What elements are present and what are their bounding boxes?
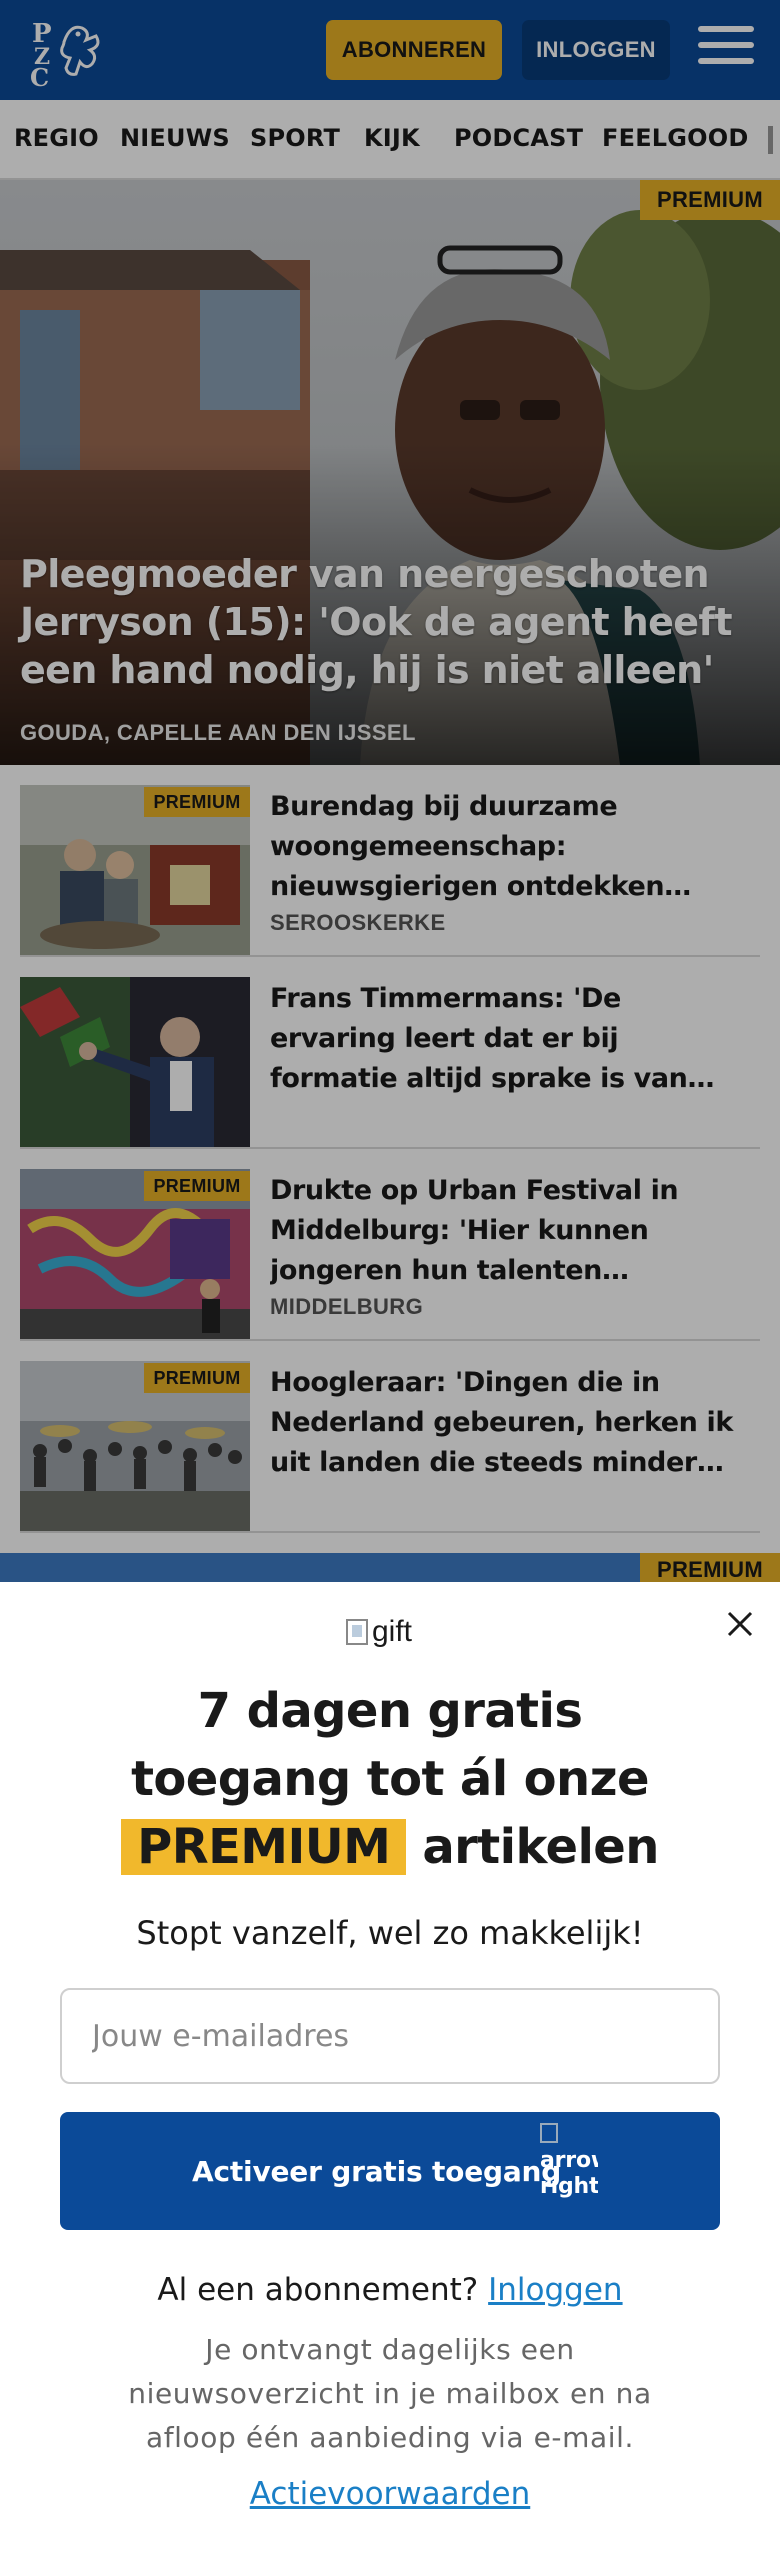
arrow-right-icon: arrow-right	[540, 2122, 598, 2220]
headline-line-3-rest: artikelen	[422, 1819, 659, 1875]
existing-subscriber-prompt: Al een abonnement? Inloggen	[60, 2272, 720, 2308]
modal-backdrop[interactable]	[0, 0, 780, 1582]
gift-icon: gift	[346, 1612, 436, 1652]
headline-line-1: 7 dagen gratis	[197, 1683, 583, 1739]
premium-highlight: PREMIUM	[121, 1819, 407, 1875]
arrow-alt-text: arrow-right	[540, 2148, 598, 2199]
modal-headline: 7 dagen gratis toegang tot ál onze PREMI…	[60, 1677, 720, 1881]
activate-label: Activeer gratis toegang	[192, 2154, 562, 2188]
headline-line-2: toegang tot ál onze	[131, 1751, 649, 1807]
terms-link[interactable]: Actievoorwaarden	[60, 2476, 720, 2512]
headline-line-3: PREMIUM artikelen	[60, 1813, 720, 1881]
activate-trial-button[interactable]: Activeer gratis toegang arrow-right	[60, 2112, 720, 2230]
newsletter-info: Je ontvangt dagelijks een nieuwsoverzich…	[128, 2333, 652, 2454]
premium-trial-modal: gift 7 dagen gratis toegang tot ál onze …	[0, 1582, 780, 2560]
email-field[interactable]	[60, 1988, 720, 2084]
login-link[interactable]: Inloggen	[488, 2272, 622, 2308]
already-text: Al een abonnement?	[157, 2272, 479, 2308]
close-icon[interactable]	[720, 1604, 760, 1644]
modal-subheadline: Stopt vanzelf, wel zo makkelijk!	[136, 1914, 644, 1952]
gift-alt-text: gift	[372, 1615, 413, 1648]
